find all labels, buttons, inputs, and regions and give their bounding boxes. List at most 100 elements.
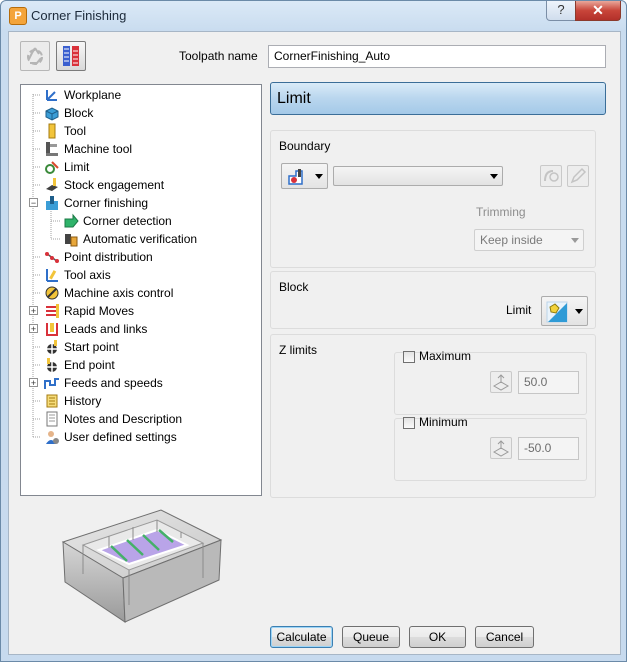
sketch-boundary-button[interactable] (567, 165, 589, 187)
boundary-icon (288, 169, 303, 185)
tree-item-label: Limit (64, 160, 90, 174)
corner-finishing-icon (46, 196, 58, 210)
trimming-select[interactable]: Keep inside (474, 229, 584, 251)
settings-tree[interactable]: − + + + Workplane Block Tool Machine too… (20, 84, 262, 496)
end-point-icon (47, 358, 57, 372)
limit-icon (45, 161, 59, 174)
pick-height-icon (492, 440, 510, 457)
chevron-down-icon (490, 174, 498, 179)
maximum-pick-button[interactable] (490, 371, 512, 393)
automatic-verification-icon (65, 234, 78, 247)
notes-icon (46, 411, 58, 427)
limit-preview-image (61, 509, 223, 623)
tree-item-label: Point distribution (64, 250, 153, 264)
toolpath-toggle-button[interactable] (56, 41, 86, 71)
user-settings-icon (46, 431, 59, 444)
tree-item-label: Tool axis (64, 268, 111, 282)
boundary-select[interactable] (333, 166, 503, 186)
tree-item-label: Workplane (64, 88, 122, 102)
tree-item-label: Feeds and speeds (64, 376, 163, 390)
block-icon (45, 107, 59, 121)
tree-item-label: End point (64, 358, 115, 372)
stock-engagement-icon (46, 178, 58, 191)
minimum-group: Minimum -50.0 (394, 415, 587, 481)
feeds-speeds-expand-toggle[interactable]: + (29, 378, 38, 388)
edit-boundary-button[interactable] (540, 165, 562, 187)
recycle-toggle-button[interactable] (20, 41, 50, 71)
help-button[interactable]: ? (546, 1, 576, 21)
minimum-pick-button[interactable] (490, 437, 512, 459)
app-logo-icon: P (9, 7, 27, 25)
ok-button[interactable]: OK (409, 626, 466, 648)
leads-links-expand-toggle[interactable]: + (29, 324, 38, 334)
dialog-window: P Corner Finishing ? ✕ Toolpath name Cor… (0, 0, 627, 662)
machine-axis-control-icon (45, 286, 59, 300)
tree-item-label: Start point (64, 340, 119, 354)
tool-icon (48, 123, 56, 139)
window-title: Corner Finishing (31, 8, 127, 23)
maximum-group: Maximum 50.0 (394, 349, 587, 415)
start-point-icon (47, 340, 57, 354)
trimming-label: Trimming (476, 205, 526, 219)
block-group: Block Limit (270, 271, 596, 329)
pick-height-icon (492, 374, 510, 391)
feeds-speeds-icon (44, 378, 59, 389)
close-button[interactable]: ✕ (575, 1, 621, 21)
tree-item-label: Stock engagement (64, 178, 165, 192)
z-limits-label: Z limits (279, 343, 317, 357)
tree-item-label: Notes and Description (64, 412, 183, 426)
edit-curve-icon (544, 170, 559, 182)
tree-item-label: Corner detection (83, 214, 172, 228)
dialog-client-area: Toolpath name CornerFinishing_Auto − + +… (8, 31, 621, 655)
tool-axis-icon (46, 269, 58, 282)
tree-item-label: Corner finishing (64, 196, 149, 210)
maximum-label: Maximum (419, 349, 472, 363)
block-limit-label: Limit (506, 303, 532, 317)
recycle-icon (27, 47, 43, 65)
toolpath-name-input[interactable]: CornerFinishing_Auto (268, 45, 606, 68)
maximum-checkbox[interactable] (403, 351, 415, 363)
block-limit-icon (546, 301, 568, 323)
calculate-button[interactable]: Calculate (270, 626, 333, 648)
toolpath-name-label: Toolpath name (179, 49, 258, 63)
workplane-icon (46, 90, 57, 101)
boundary-label: Boundary (279, 139, 331, 153)
tree-item-label: Tool (64, 124, 87, 138)
tree-item-label: User defined settings (64, 430, 177, 444)
page-header: Limit (270, 82, 606, 115)
tree-item-label: Rapid Moves (64, 304, 135, 318)
cancel-button[interactable]: Cancel (475, 626, 534, 648)
pencil-icon (570, 167, 587, 184)
rapid-moves-icon (46, 304, 59, 318)
corner-finishing-collapse-toggle[interactable]: − (29, 198, 38, 208)
tree-item-label: Leads and links (64, 322, 148, 336)
maximum-input[interactable]: 50.0 (518, 371, 579, 394)
history-icon (46, 394, 58, 408)
toolpath-pattern-icon (63, 46, 79, 66)
tree-item-label: Automatic verification (83, 232, 198, 246)
leads-links-icon (46, 323, 58, 336)
rapid-moves-expand-toggle[interactable]: + (29, 306, 38, 316)
block-label: Block (279, 280, 309, 294)
minimum-input[interactable]: -50.0 (518, 437, 579, 460)
tree-item-label: Block (64, 106, 94, 120)
boundary-type-dropdown[interactable] (281, 163, 328, 189)
trimming-select-value: Keep inside (480, 233, 543, 247)
minimum-checkbox[interactable] (403, 417, 415, 429)
point-distribution-icon (45, 252, 59, 263)
chevron-down-icon (571, 238, 579, 243)
tree-item-label: Machine axis control (64, 286, 174, 300)
boundary-group: Boundary Trimming Keep inside (270, 130, 596, 268)
machine-tool-icon (46, 142, 58, 156)
title-bar[interactable]: P Corner Finishing ? ✕ (1, 1, 626, 31)
chevron-down-icon (315, 174, 323, 179)
z-limits-group: Z limits Maximum 50.0 Minimum -50.0 (270, 334, 596, 498)
tree-item-label: History (64, 394, 102, 408)
page-title: Limit (277, 90, 311, 107)
corner-detection-icon (64, 213, 79, 228)
chevron-down-icon (575, 309, 583, 314)
minimum-label: Minimum (419, 415, 468, 429)
tree-item-label: Machine tool (64, 142, 133, 156)
queue-button[interactable]: Queue (342, 626, 400, 648)
block-limit-dropdown[interactable] (541, 296, 588, 326)
